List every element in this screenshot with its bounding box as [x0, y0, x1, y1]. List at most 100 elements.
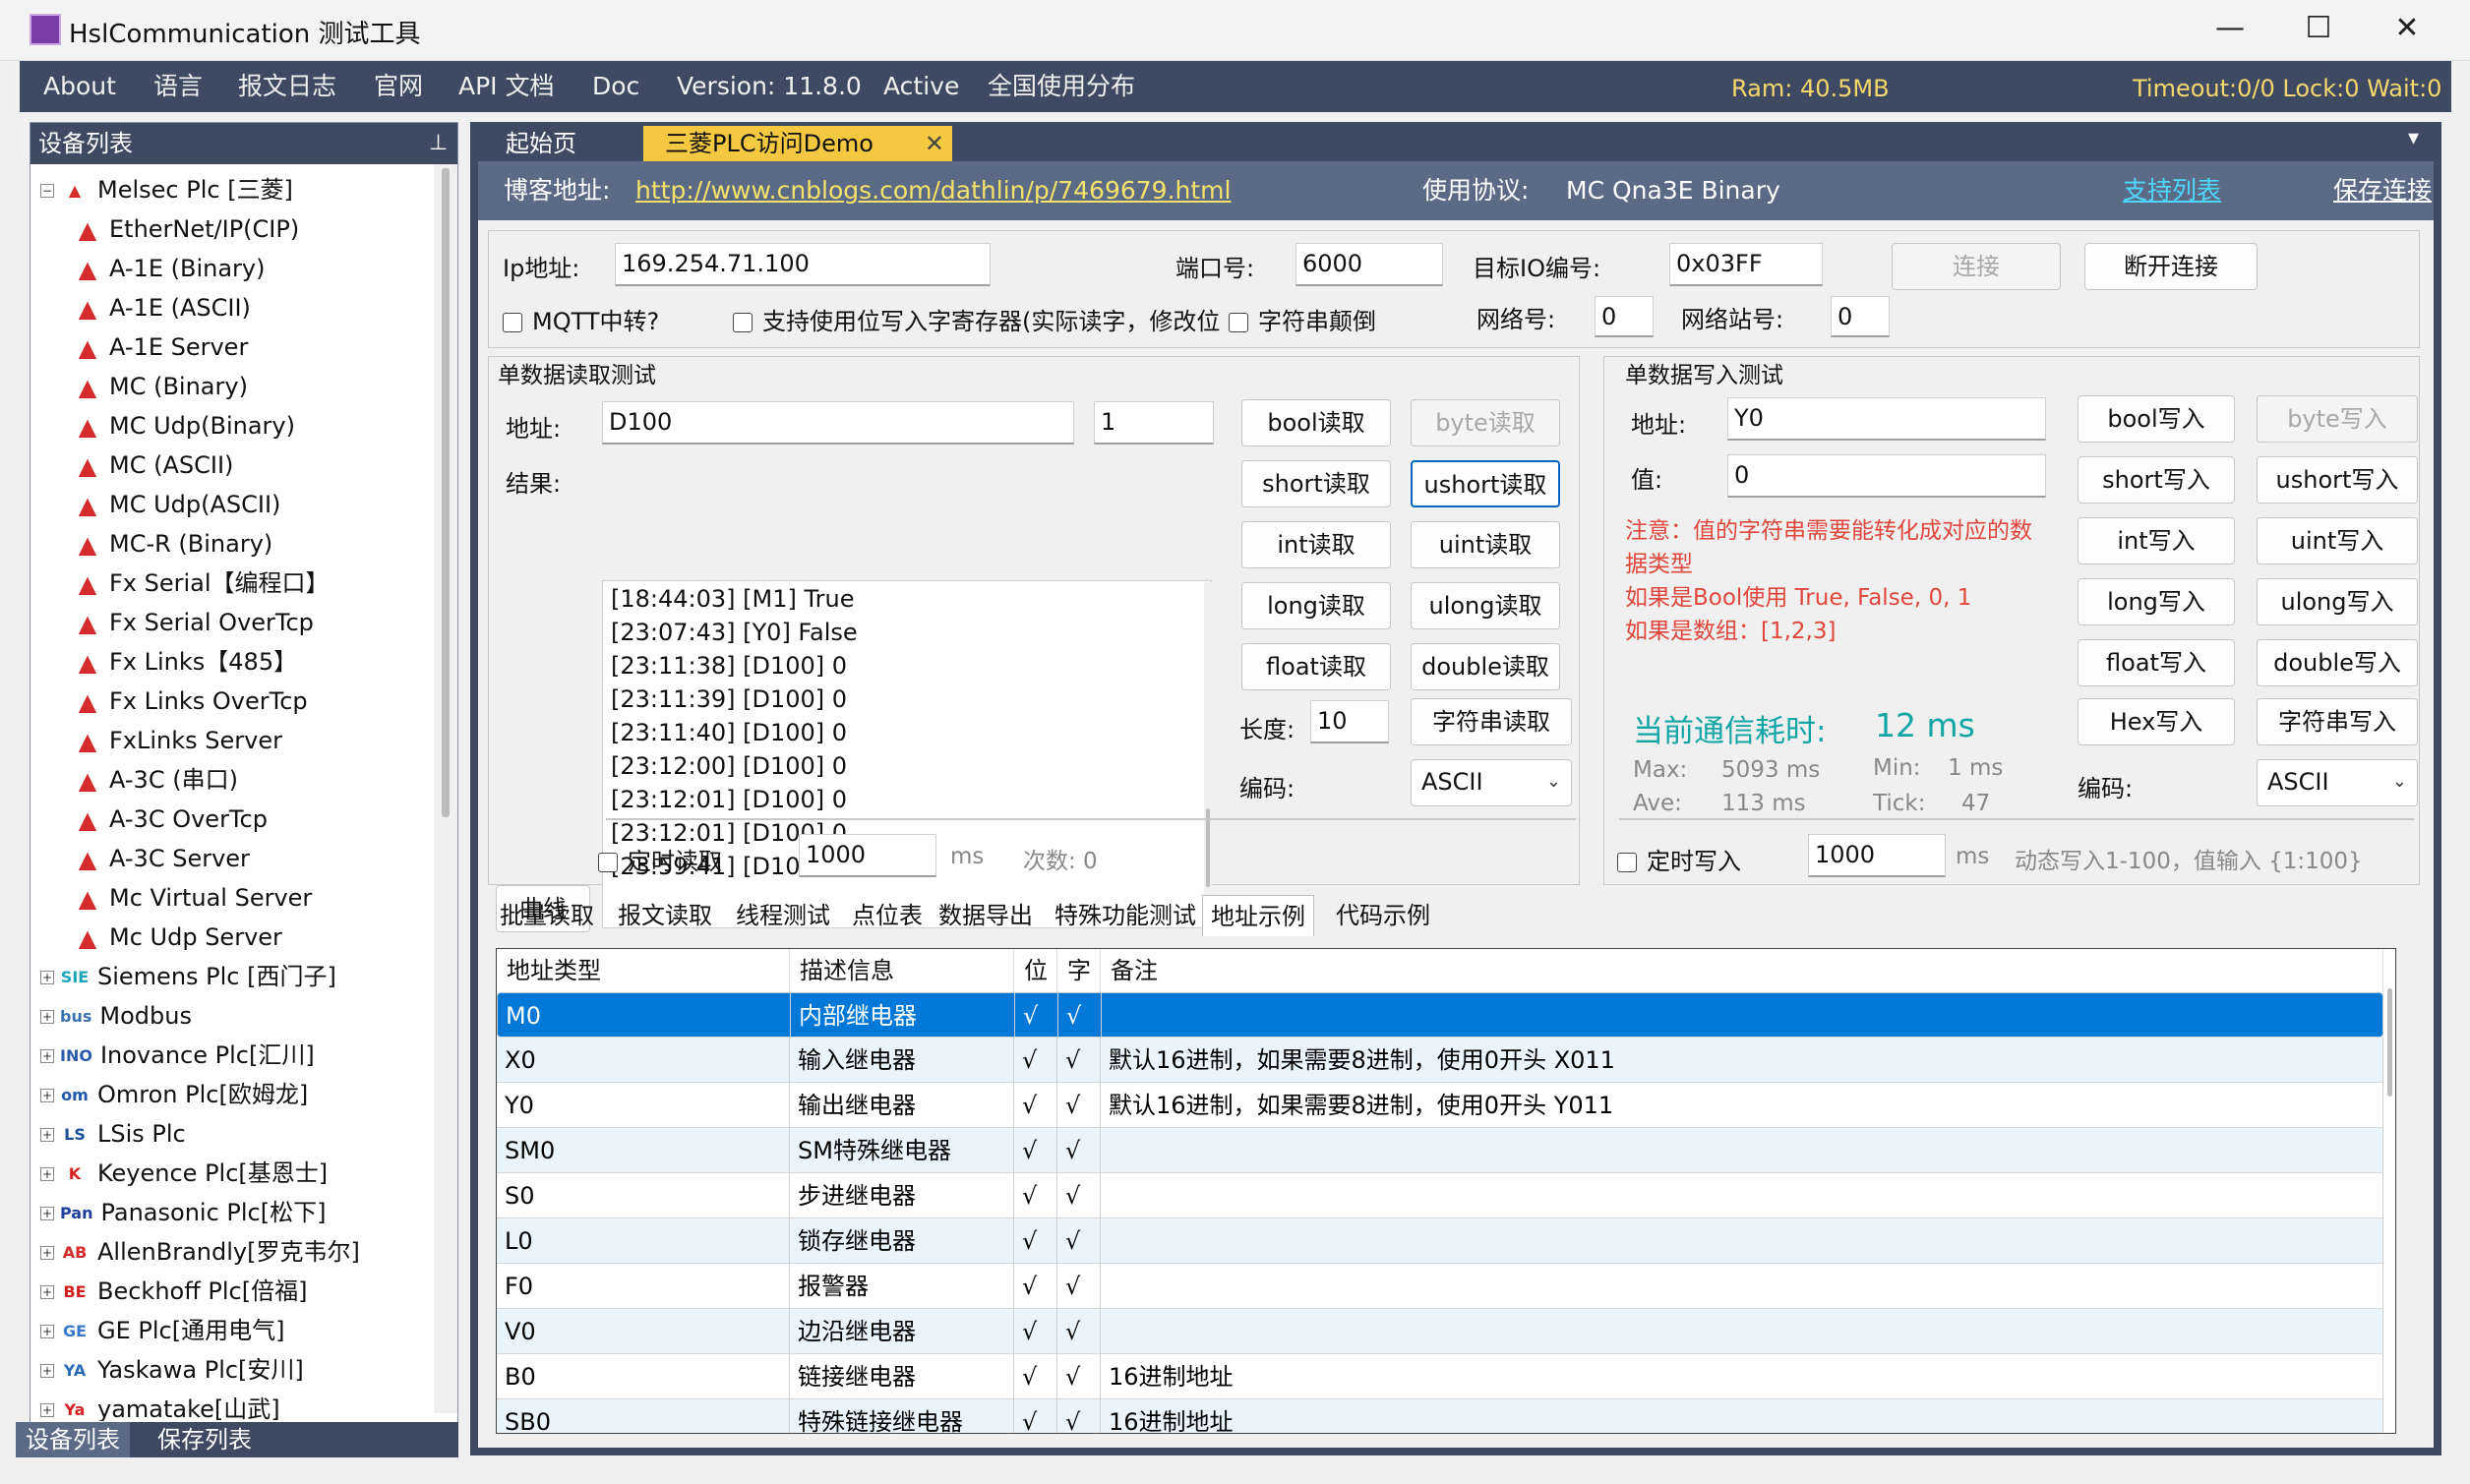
checkbox-box[interactable]	[503, 313, 522, 332]
col-bit[interactable]: 位	[1014, 949, 1057, 992]
length-input[interactable]: 10	[1310, 700, 1389, 743]
table-scrollbar[interactable]	[2383, 949, 2395, 1433]
tree-node-7[interactable]: ▲ MC Udp(ASCII)	[74, 485, 281, 524]
mqtt-checkbox[interactable]: MQTT中转?	[503, 302, 659, 336]
table-row[interactable]: L0 锁存继电器 √ √	[497, 1218, 2383, 1264]
expand-icon[interactable]: +	[40, 1049, 54, 1063]
table-row[interactable]: SM0 SM特殊继电器 √ √	[497, 1128, 2383, 1173]
tree-node-8[interactable]: ▲ MC-R (Binary)	[74, 524, 273, 564]
collapse-icon[interactable]: −	[40, 184, 54, 198]
tree-node-9[interactable]: ▲ Fx Serial【编程口】	[74, 564, 330, 603]
expand-icon[interactable]: +	[40, 1364, 54, 1378]
table-row[interactable]: S0 步进继电器 √ √	[497, 1173, 2383, 1218]
network-input[interactable]: 0	[1595, 296, 1654, 337]
station-input[interactable]: 0	[1831, 296, 1890, 337]
table-row[interactable]: X0 输入继电器 √ √ 默认16进制，如果需要8进制，使用0开头 X011	[497, 1038, 2383, 1083]
col-description[interactable]: 描述信息	[790, 949, 1014, 992]
short-read-button[interactable]: short读取	[1241, 460, 1391, 507]
tree-node-11[interactable]: ▲ Fx Links【485】	[74, 642, 297, 682]
expand-icon[interactable]: +	[40, 1128, 54, 1142]
close-tab-icon[interactable]: ✕	[925, 126, 944, 161]
save-connection-link[interactable]: 保存连接	[2333, 176, 2432, 205]
tabs-dropdown-icon[interactable]: ▾	[2408, 126, 2419, 150]
disconnect-button[interactable]: 断开连接	[2084, 243, 2258, 290]
col-word[interactable]: 字	[1057, 949, 1101, 992]
menu-log[interactable]: 报文日志	[238, 61, 336, 112]
read-address-input[interactable]: D100	[602, 401, 1074, 445]
checkbox-box[interactable]	[598, 853, 618, 872]
uint-read-button[interactable]: uint读取	[1411, 521, 1560, 568]
write-interval-input[interactable]: 1000	[1808, 834, 1946, 877]
timed-read-checkbox[interactable]: 定时读取	[598, 842, 722, 876]
tree-node-vendor-7[interactable]: + AB AllenBrandly[罗克韦尔]	[40, 1232, 360, 1272]
expand-icon[interactable]: +	[40, 1285, 54, 1299]
bitwrite-checkbox[interactable]: 支持使用位写入字寄存器(实际读字，修改位	[733, 302, 1231, 336]
expand-icon[interactable]: +	[40, 1246, 54, 1260]
byte-read-button[interactable]: byte读取	[1411, 399, 1560, 446]
string-read-button[interactable]: 字符串读取	[1411, 698, 1572, 745]
menu-website[interactable]: 官网	[374, 61, 423, 112]
tab-point-table[interactable]: 点位表	[844, 895, 931, 936]
menu-distribution[interactable]: 全国使用分布	[988, 61, 1135, 112]
menu-doc[interactable]: Doc	[592, 61, 639, 112]
float-read-button[interactable]: float读取	[1241, 643, 1391, 690]
table-row[interactable]: M0 内部继电器 √ √	[497, 992, 2384, 1039]
pin-icon[interactable]: ⊥	[429, 123, 448, 164]
write-encoding-select[interactable]: ASCII ⌄	[2257, 759, 2418, 806]
hex-write-button[interactable]: Hex写入	[2078, 698, 2235, 745]
int-write-button[interactable]: int写入	[2078, 517, 2235, 564]
float-write-button[interactable]: float写入	[2078, 639, 2235, 686]
close-window-button[interactable]: ✕	[2363, 0, 2451, 61]
read-count-input[interactable]: 1	[1094, 401, 1214, 445]
tree-node-1[interactable]: ▲ A-1E (Binary)	[74, 249, 266, 288]
tree-node-10[interactable]: ▲ Fx Serial OverTcp	[74, 603, 314, 642]
long-read-button[interactable]: long读取	[1241, 582, 1391, 629]
target-io-input[interactable]: 0x03FF	[1669, 243, 1823, 286]
tree-node-vendor-11[interactable]: + Ya yamatake[山武]	[40, 1390, 280, 1421]
tree-node-12[interactable]: ▲ Fx Links OverTcp	[74, 682, 308, 721]
tab-thread-test[interactable]: 线程测试	[728, 895, 838, 936]
tree-node-2[interactable]: ▲ A-1E (ASCII)	[74, 288, 251, 327]
read-encoding-select[interactable]: ASCII ⌄	[1411, 759, 1572, 806]
tree-node-0[interactable]: ▲ EtherNet/IP(CIP)	[74, 209, 299, 249]
scrollbar-thumb[interactable]	[1206, 808, 1210, 887]
tree-node-melsec[interactable]: − ▲ Melsec Plc [三菱]	[40, 170, 293, 209]
tree-node-16[interactable]: ▲ A-3C Server	[74, 839, 250, 878]
double-read-button[interactable]: double读取	[1411, 643, 1560, 690]
menu-version[interactable]: Version: 11.8.0	[677, 61, 862, 112]
maximize-button[interactable]: ☐	[2274, 0, 2363, 61]
tab-data-export[interactable]: 数据导出	[931, 895, 1041, 936]
tree-node-17[interactable]: ▲ Mc Virtual Server	[74, 878, 313, 918]
string-write-button[interactable]: 字符串写入	[2257, 698, 2418, 745]
expand-icon[interactable]: +	[40, 1167, 54, 1181]
expand-icon[interactable]: +	[40, 1089, 54, 1102]
log-scrollbar[interactable]	[1204, 582, 1212, 926]
menu-api-doc[interactable]: API 文档	[458, 61, 555, 112]
checkbox-box[interactable]	[1617, 853, 1637, 872]
tree-node-vendor-8[interactable]: + BE Beckhoff Plc[倍福]	[40, 1272, 307, 1311]
ulong-read-button[interactable]: ulong读取	[1411, 582, 1560, 629]
tree-node-15[interactable]: ▲ A-3C OverTcp	[74, 800, 268, 839]
tree-node-18[interactable]: ▲ Mc Udp Server	[74, 918, 282, 957]
menu-active[interactable]: Active	[883, 61, 959, 112]
write-address-input[interactable]: Y0	[1727, 397, 2046, 441]
write-value-input[interactable]: 0	[1727, 454, 2046, 498]
byte-write-button[interactable]: byte写入	[2257, 395, 2418, 443]
tree-scrollbar[interactable]	[434, 164, 457, 1413]
ushort-write-button[interactable]: ushort写入	[2257, 456, 2418, 504]
bool-write-button[interactable]: bool写入	[2078, 395, 2235, 443]
tab-device-list[interactable]: 设备列表	[16, 1422, 130, 1457]
ip-input[interactable]: 169.254.71.100	[615, 243, 991, 286]
tree-node-13[interactable]: ▲ FxLinks Server	[74, 721, 282, 760]
ushort-read-button[interactable]: ushort读取	[1411, 460, 1560, 507]
menu-about[interactable]: About	[43, 61, 116, 112]
tab-code-example[interactable]: 代码示例	[1328, 895, 1438, 936]
bool-read-button[interactable]: bool读取	[1241, 399, 1391, 446]
col-address-type[interactable]: 地址类型	[497, 949, 790, 992]
tree-node-vendor-6[interactable]: + Pan Panasonic Plc[松下]	[40, 1193, 326, 1232]
tree-node-6[interactable]: ▲ MC (ASCII)	[74, 445, 234, 485]
tab-start-page[interactable]: 起始页	[484, 126, 598, 161]
menu-language[interactable]: 语言	[153, 61, 203, 112]
expand-icon[interactable]: +	[40, 1010, 54, 1024]
tab-message-read[interactable]: 报文读取	[610, 895, 720, 936]
